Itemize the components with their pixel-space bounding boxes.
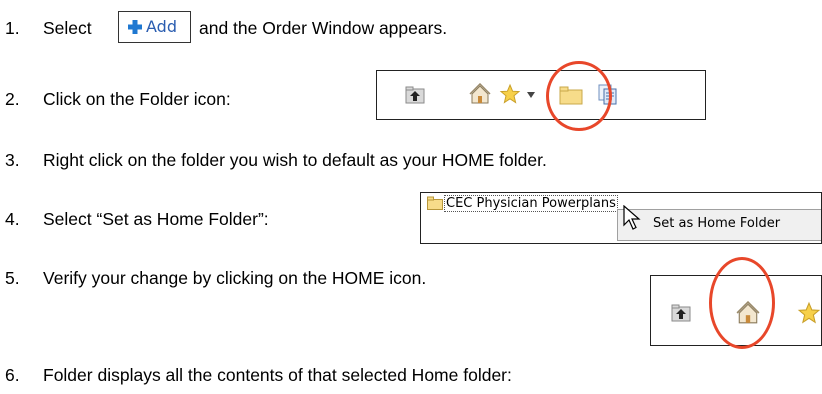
step-3-text: Right click on the folder you wish to de… bbox=[43, 150, 547, 170]
folder-name-label[interactable]: CEC Physician Powerplans bbox=[444, 195, 618, 212]
star-icon[interactable] bbox=[499, 83, 521, 105]
step-4-text: Select “Set as Home Folder”: bbox=[43, 209, 269, 229]
up-folder-icon[interactable] bbox=[405, 85, 425, 105]
step-1-number: 1. bbox=[5, 18, 20, 38]
up-folder-icon[interactable] bbox=[671, 303, 691, 323]
star-icon[interactable] bbox=[797, 301, 821, 325]
add-button-label: Add bbox=[146, 17, 177, 36]
plus-icon bbox=[128, 20, 142, 34]
add-button[interactable]: Add bbox=[118, 11, 191, 43]
folder-icon bbox=[427, 196, 443, 210]
mouse-cursor-icon bbox=[623, 205, 641, 230]
step-5-number: 5. bbox=[5, 268, 20, 288]
set-as-home-folder-menu-item[interactable]: Set as Home Folder bbox=[653, 216, 780, 231]
step-1-text-after: and the Order Window appears. bbox=[199, 18, 448, 38]
toolbar-screenshot bbox=[376, 70, 706, 120]
context-menu-screenshot: CEC Physician Powerplans Set as Home Fol… bbox=[420, 192, 822, 244]
step-2-number: 2. bbox=[5, 89, 20, 109]
step-6-number: 6. bbox=[5, 365, 20, 385]
home-icon-callout bbox=[709, 257, 775, 349]
folder-icon-callout bbox=[546, 61, 612, 131]
step-6-text: Folder displays all the contents of that… bbox=[43, 365, 512, 385]
home-icon[interactable] bbox=[469, 83, 491, 105]
step-5-text: Verify your change by clicking on the HO… bbox=[43, 268, 427, 288]
dropdown-arrow-icon[interactable] bbox=[527, 92, 535, 98]
step-2-text: Click on the Folder icon: bbox=[43, 89, 231, 109]
step-1-text-before: Select bbox=[43, 18, 92, 38]
step-4-number: 4. bbox=[5, 209, 20, 229]
step-3-number: 3. bbox=[5, 150, 20, 170]
